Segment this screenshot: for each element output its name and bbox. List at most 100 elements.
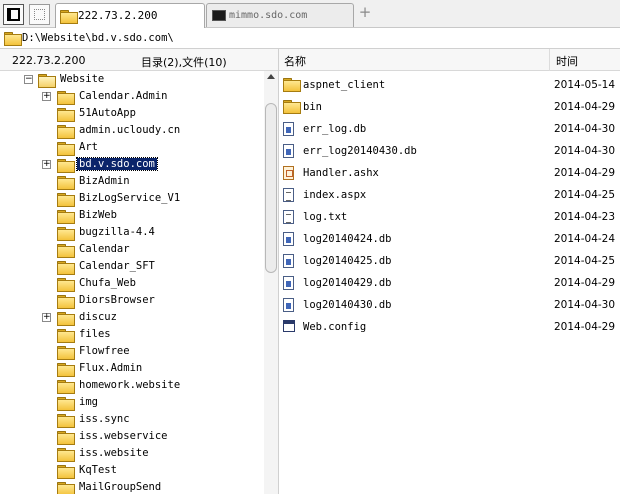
file-row[interactable]: log20140430.db 2014-04-30 <box>279 294 620 316</box>
panel-layout-icon <box>7 8 20 21</box>
file-name: Web.config <box>303 321 367 333</box>
file-date: 2014-04-29 <box>554 167 616 179</box>
add-tab-button[interactable]: + <box>358 5 372 20</box>
expand-toggle[interactable]: + <box>42 92 51 101</box>
tree-header: 222.73.2.200 目录(2),文件(10) <box>0 49 278 71</box>
file-row[interactable]: Web.config 2014-04-29 <box>279 316 620 338</box>
tree-item-label: bd.v.sdo.com <box>76 157 158 171</box>
tree-item-label: BizWeb <box>79 209 117 221</box>
file-name: err_log20140430.db <box>303 145 417 157</box>
tab-mimmo-sdo-com[interactable]: mimmo.sdo.com <box>206 3 354 27</box>
folder-icon <box>57 414 75 428</box>
column-separator[interactable] <box>549 49 550 71</box>
folder-icon <box>57 278 75 292</box>
folder-icon <box>57 108 75 122</box>
folder-icon <box>57 329 75 343</box>
tree-item-label: DiorsBrowser <box>79 294 155 306</box>
folder-icon <box>57 142 75 156</box>
folder-icon <box>60 10 78 24</box>
tree-item-label: files <box>79 328 111 340</box>
text-file-icon <box>283 210 294 224</box>
new-window-button[interactable] <box>29 4 50 25</box>
file-row[interactable]: aspnet_client 2014-05-14 <box>279 74 620 96</box>
file-date: 2014-04-30 <box>554 299 616 311</box>
file-date: 2014-04-30 <box>554 145 616 157</box>
tree-item-label: img <box>79 396 98 408</box>
tree-scrollbar[interactable] <box>264 71 278 494</box>
file-row[interactable]: err_log20140430.db 2014-04-30 <box>279 140 620 162</box>
folder-icon <box>57 482 75 494</box>
tree-item-label: BizAdmin <box>79 175 130 187</box>
file-row[interactable]: log20140424.db 2014-04-24 <box>279 228 620 250</box>
tree-item-label: Flux.Admin <box>79 362 143 374</box>
folder-icon <box>57 397 75 411</box>
file-name: index.aspx <box>303 189 367 201</box>
db-file-icon <box>283 144 294 158</box>
file-list-header: 名称 时间 <box>279 49 620 71</box>
folder-icon <box>57 431 75 445</box>
file-date: 2014-04-25 <box>554 255 616 267</box>
tree-item-label: KqTest <box>79 464 117 476</box>
tree-item-label: Website <box>60 73 105 85</box>
folder-icon <box>57 261 75 275</box>
file-name: Handler.ashx <box>303 167 379 179</box>
file-row[interactable]: Handler.ashx 2014-04-29 <box>279 162 620 184</box>
collapse-toggle[interactable]: − <box>24 75 33 84</box>
folder-icon <box>57 227 75 241</box>
tree-item-label: Chufa_Web <box>79 277 136 289</box>
folder-icon <box>4 32 22 46</box>
file-date: 2014-05-14 <box>554 79 616 91</box>
tree-item-label: bugzilla-4.4 <box>79 226 155 238</box>
tree-item-label: homework.website <box>79 379 181 391</box>
file-row[interactable]: log20140429.db 2014-04-29 <box>279 272 620 294</box>
tree-item-label: Art <box>79 141 98 153</box>
expand-toggle[interactable]: + <box>42 160 51 169</box>
folder-icon <box>57 346 75 360</box>
file-row[interactable]: bin 2014-04-29 <box>279 96 620 118</box>
aspx-file-icon <box>283 188 294 202</box>
file-date: 2014-04-24 <box>554 233 616 245</box>
scroll-up-arrow-icon[interactable] <box>267 74 275 79</box>
item-count: 目录(2),文件(10) <box>141 56 227 69</box>
file-name: log.txt <box>303 211 348 223</box>
file-name: err_log.db <box>303 123 367 135</box>
db-file-icon <box>283 122 294 136</box>
address-path[interactable]: D:\Website\bd.v.sdo.com\ <box>22 32 174 44</box>
expand-toggle[interactable]: + <box>42 313 51 322</box>
folder-icon <box>283 78 301 92</box>
folder-icon <box>57 125 75 139</box>
address-bar[interactable]: D:\Website\bd.v.sdo.com\ <box>0 28 620 49</box>
tab-222-73-2-200[interactable]: 222.73.2.200 <box>55 3 205 28</box>
column-header-name[interactable]: 名称 <box>284 53 306 69</box>
file-list: aspnet_client 2014-05-14 bin 2014-04-29 err_… <box>279 71 620 494</box>
tree-item-label: iss.website <box>79 447 149 459</box>
file-name: log20140424.db <box>303 233 392 245</box>
file-row[interactable]: index.aspx 2014-04-25 <box>279 184 620 206</box>
folder-icon <box>283 100 301 114</box>
db-file-icon <box>283 232 294 246</box>
panel-toggle-button[interactable] <box>3 4 24 25</box>
db-file-icon <box>283 298 294 312</box>
db-file-icon <box>283 254 294 268</box>
column-header-time[interactable]: 时间 <box>556 53 578 69</box>
folder-tree: − Website + Calendar.Admin 51AutoApp admin.… <box>0 71 278 494</box>
file-date: 2014-04-23 <box>554 211 616 223</box>
folder-icon <box>57 363 75 377</box>
file-row[interactable]: log20140425.db 2014-04-25 <box>279 250 620 272</box>
tree-item-label: MailGroupSend <box>79 481 162 493</box>
tree-item-label: Calendar <box>79 243 130 255</box>
folder-icon <box>57 244 75 258</box>
file-row[interactable]: log.txt 2014-04-23 <box>279 206 620 228</box>
folder-icon <box>57 193 75 207</box>
file-row[interactable]: err_log.db 2014-04-30 <box>279 118 620 140</box>
host-label: 222.73.2.200 <box>12 54 86 67</box>
tab-label: 222.73.2.200 <box>78 9 158 22</box>
folder-icon <box>57 91 75 105</box>
tree-item-label: iss.webservice <box>79 430 168 442</box>
scrollbar-thumb[interactable] <box>265 103 277 273</box>
file-name: log20140430.db <box>303 299 392 311</box>
folder-open-icon <box>38 74 56 88</box>
db-file-icon <box>283 276 294 290</box>
terminal-icon <box>212 10 226 21</box>
tree-item-label: discuz <box>79 311 117 323</box>
